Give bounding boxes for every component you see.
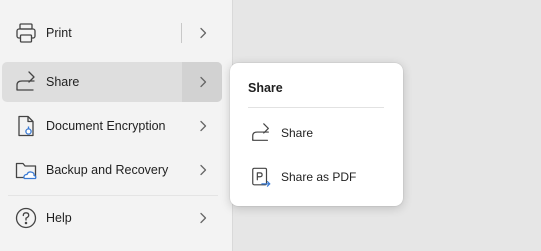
- document-lock-icon: [14, 114, 38, 138]
- menu-item-backup-and-recovery[interactable]: Backup and Recovery: [2, 150, 222, 190]
- menu-item-document-encryption[interactable]: Document Encryption: [2, 106, 222, 146]
- flyout-title: Share: [248, 81, 283, 95]
- flyout-item-share-as-pdf[interactable]: Share as PDF: [240, 158, 396, 196]
- menu-item-label: Share: [46, 75, 80, 89]
- help-circle-icon: [14, 206, 38, 230]
- chevron-right-icon[interactable]: [197, 120, 209, 132]
- menu-item-label: Print: [46, 26, 72, 40]
- share-pdf-icon: [250, 166, 272, 188]
- chevron-right-icon[interactable]: [197, 76, 209, 88]
- flyout-item-label: Share: [281, 126, 314, 140]
- menu-item-print[interactable]: Print: [2, 13, 222, 53]
- printer-icon: [14, 21, 38, 45]
- flyout-item-label: Share as PDF: [281, 170, 357, 184]
- share-flyout-menu: Share Share Share as PDF: [230, 63, 403, 206]
- chevron-right-icon[interactable]: [197, 27, 209, 39]
- menu-item-share[interactable]: Share: [2, 62, 222, 102]
- flyout-separator: [248, 107, 384, 108]
- chevron-right-icon[interactable]: [197, 212, 209, 224]
- split-divider: [181, 23, 182, 43]
- menu-item-help[interactable]: Help: [2, 198, 222, 238]
- chevron-right-icon[interactable]: [197, 164, 209, 176]
- share-icon: [250, 122, 272, 144]
- menu-separator: [8, 195, 218, 196]
- menu-item-label: Help: [46, 211, 72, 225]
- flyout-item-share[interactable]: Share: [240, 114, 396, 152]
- menu-item-label: Document Encryption: [46, 119, 166, 133]
- share-icon: [14, 70, 38, 94]
- backstage-menu-panel: Print Share Document Encryption Backup a…: [0, 0, 232, 251]
- menu-item-label: Backup and Recovery: [46, 163, 169, 177]
- cloud-folder-icon: [14, 158, 38, 182]
